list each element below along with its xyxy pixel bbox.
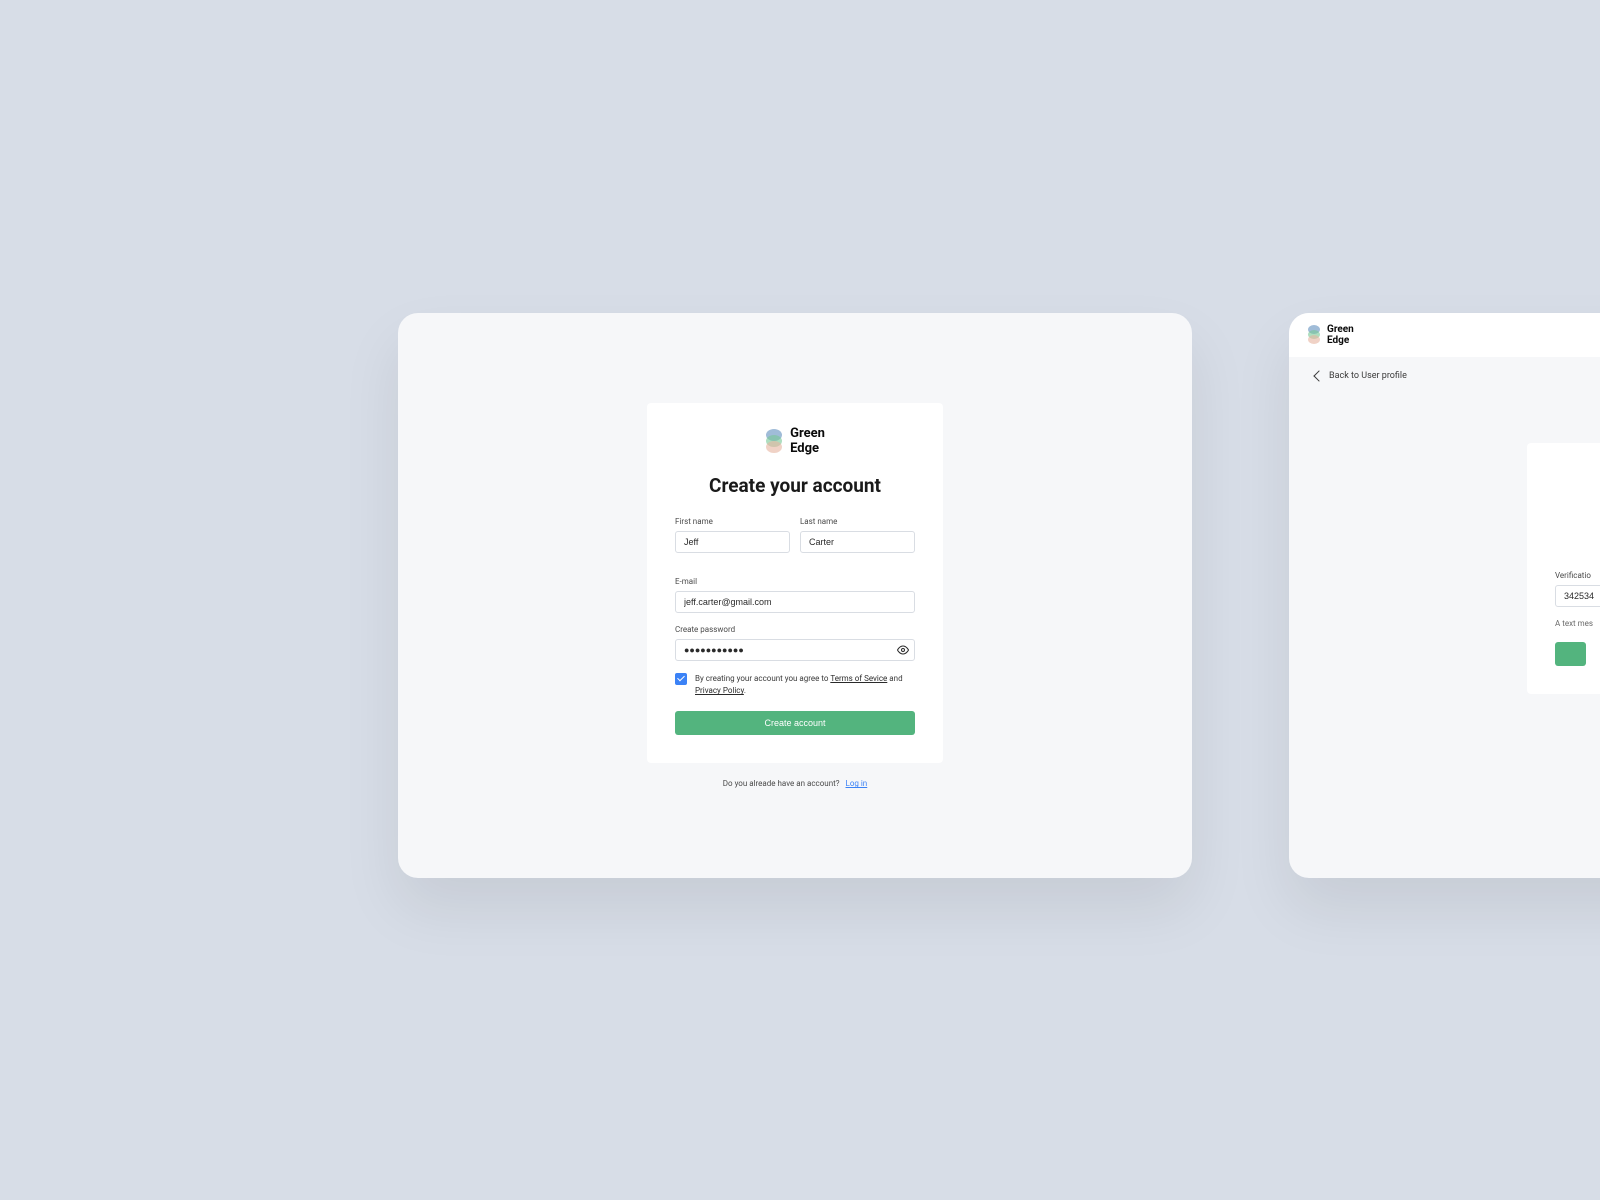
login-prompt-text: Do you alreade have an account? [723, 779, 840, 788]
code-hint: A text mes [1555, 619, 1600, 628]
verify-button[interactable] [1555, 642, 1586, 666]
chevron-left-icon [1313, 370, 1324, 381]
first-name-field-group: First name [675, 517, 790, 553]
login-link[interactable]: Log in [846, 779, 868, 788]
signup-column: Green Edge Create your account First nam… [647, 403, 943, 789]
code-field-group: Verificatio [1555, 571, 1600, 607]
password-field-group: Create password [675, 625, 915, 661]
two-factor-heading: Two-f [1555, 523, 1600, 533]
brand-logo: Green Edge [675, 427, 915, 457]
verification-screen: Green Edge Back to User profile Two-f Ve… [1289, 313, 1600, 878]
consent-text: By creating your account you agree to Te… [695, 673, 915, 697]
login-prompt: Do you alreade have an account? Log in [647, 779, 943, 788]
eye-icon[interactable] [897, 644, 909, 656]
first-name-label: First name [675, 517, 790, 526]
signup-card: Green Edge Create your account First nam… [647, 403, 943, 764]
name-row: First name Last name [675, 517, 915, 565]
header-bar: Green Edge [1289, 313, 1600, 357]
last-name-input[interactable] [800, 531, 915, 553]
password-input-wrap [675, 638, 915, 661]
email-field-group: E-mail [675, 577, 915, 613]
last-name-label: Last name [800, 517, 915, 526]
privacy-link[interactable]: Privacy Policy [695, 686, 744, 695]
terms-link[interactable]: Terms of Sevice [830, 674, 887, 683]
last-name-field-group: Last name [800, 517, 915, 553]
verification-card: Two-f Verificatio A text mes [1527, 443, 1600, 694]
header-brand-name: Green Edge [1327, 324, 1354, 346]
signup-title: Create your account [675, 474, 915, 497]
password-input[interactable] [675, 639, 915, 661]
signup-screen: Green Edge Create your account First nam… [398, 313, 1192, 878]
brand-name: Green Edge [790, 427, 825, 457]
verification-code-input[interactable] [1555, 585, 1600, 607]
email-label: E-mail [675, 577, 915, 586]
code-label: Verificatio [1555, 571, 1600, 580]
consent-checkbox[interactable] [675, 673, 687, 685]
password-label: Create password [675, 625, 915, 634]
header-brand-logo: Green Edge [1307, 324, 1354, 346]
first-name-input[interactable] [675, 531, 790, 553]
back-link[interactable]: Back to User profile [1289, 357, 1600, 381]
logo-mark-icon [1307, 325, 1321, 345]
logo-mark-icon [765, 429, 783, 455]
email-input[interactable] [675, 591, 915, 613]
consent-row: By creating your account you agree to Te… [675, 673, 915, 697]
create-account-button[interactable]: Create account [675, 711, 915, 735]
back-link-label: Back to User profile [1329, 371, 1407, 381]
